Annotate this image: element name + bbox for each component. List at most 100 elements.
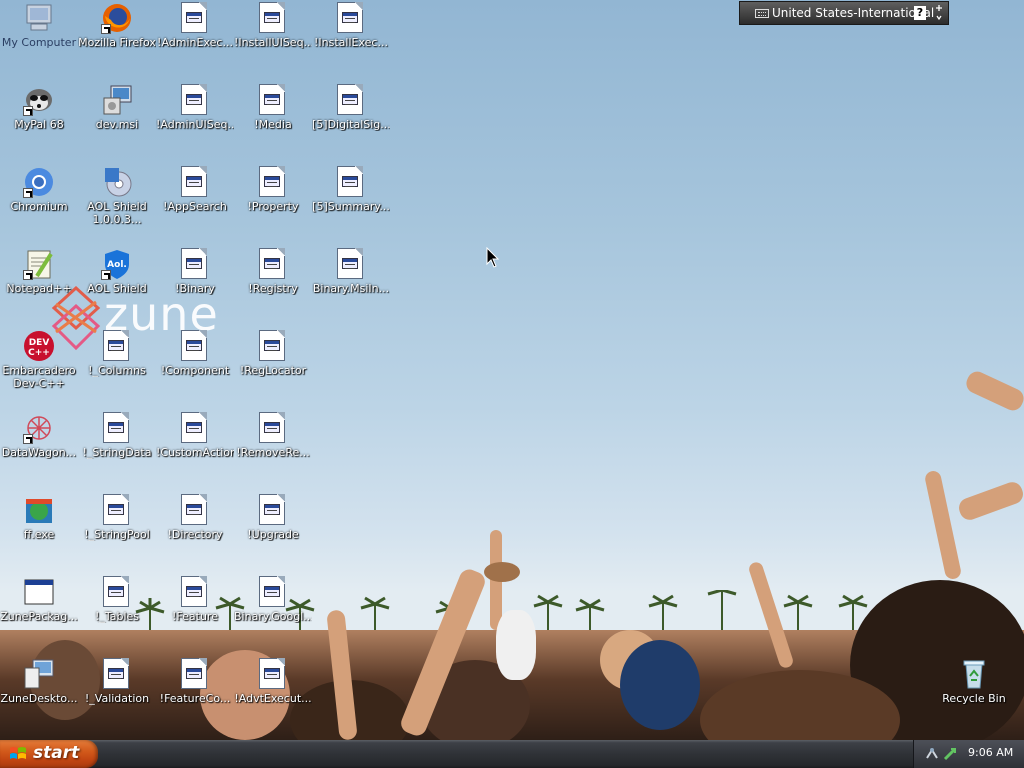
- svg-text:C++: C++: [28, 348, 50, 358]
- table-document-icon: [257, 2, 289, 34]
- icon-label: !AdvtExecut...: [234, 692, 312, 705]
- desktop-icon-summary[interactable]: [5]Summary...: [312, 164, 390, 244]
- mouse-cursor-icon: [486, 247, 500, 268]
- table-document-icon: [257, 84, 289, 116]
- desktop-icon-feature[interactable]: !Feature: [156, 574, 234, 654]
- desktop-icon-aol-shield[interactable]: Aol. AOL Shield: [78, 246, 156, 326]
- desktop-icon-recycle-bin[interactable]: Recycle Bin: [935, 656, 1013, 736]
- start-button[interactable]: start: [0, 740, 98, 768]
- taskbar-clock[interactable]: 9:06 AM: [968, 746, 1013, 759]
- icon-label: DataWagon...: [1, 446, 77, 459]
- desktop-icon-zune-desktop[interactable]: ZuneDeskto...: [0, 656, 78, 736]
- desktop-icon-directory[interactable]: !Directory: [156, 492, 234, 572]
- shortcut-arrow-icon: [23, 106, 33, 116]
- icon-label: [5]DigitalSig...: [312, 118, 390, 131]
- icon-label: !_StringData: [82, 446, 152, 459]
- desktop-icon-property[interactable]: !Property: [234, 164, 312, 244]
- desktop-icon-mozilla-firefox[interactable]: Mozilla Firefox: [78, 0, 156, 80]
- windows-flag-icon: [10, 747, 26, 759]
- desktop-icon-dev-msi[interactable]: dev.msi: [78, 82, 156, 162]
- icon-label: Chromium: [10, 200, 68, 213]
- desktop-icon-app-search[interactable]: !AppSearch: [156, 164, 234, 244]
- desktop-icon-binary-google[interactable]: Binary.Googl...: [234, 574, 312, 654]
- desktop-icon-zune-package[interactable]: ZunePackag...: [0, 574, 78, 654]
- input-language-label[interactable]: United States-International: [772, 6, 934, 20]
- table-document-icon: [179, 494, 211, 526]
- icon-label: !_Tables: [94, 610, 140, 623]
- desktop-icon-install-exec[interactable]: !InstallExec...: [312, 0, 390, 80]
- tray-network-icon[interactable]: [924, 746, 940, 762]
- icon-label: !Registry: [248, 282, 298, 295]
- table-document-icon: [257, 248, 289, 280]
- table-document-icon: [335, 248, 367, 280]
- icon-label: MyPal 68: [14, 118, 64, 131]
- msi-installer-icon: [103, 85, 132, 115]
- icon-label: !_StringPool: [84, 528, 150, 541]
- desktop-icon-install-ui-seq[interactable]: !InstallUISeq...: [234, 0, 312, 80]
- desktop-icon-datawagon[interactable]: DataWagon...: [0, 410, 78, 490]
- desktop-icon-mypal[interactable]: MyPal 68: [0, 82, 78, 162]
- icon-label: !Component: [160, 364, 230, 377]
- desktop-icon-upgrade[interactable]: !Upgrade: [234, 492, 312, 572]
- desktop-icon-my-computer[interactable]: My Computer: [0, 0, 78, 80]
- desktop-icon-remove-re[interactable]: !RemoveRe...: [234, 410, 312, 490]
- desktop-icon-advt-execute[interactable]: !AdvtExecut...: [234, 656, 312, 736]
- desktop-icon-media[interactable]: !Media: [234, 82, 312, 162]
- shortcut-arrow-icon: [23, 270, 33, 280]
- table-document-icon: [257, 576, 289, 608]
- table-document-icon: [179, 412, 211, 444]
- table-document-icon: [101, 412, 133, 444]
- zune-desktop-icon: [24, 659, 54, 689]
- desktop-icon-string-pool[interactable]: !_StringPool: [78, 492, 156, 572]
- desktop-icon-feature-co[interactable]: !FeatureCo...: [156, 656, 234, 736]
- desktop-icon-registry[interactable]: !Registry: [234, 246, 312, 326]
- shortcut-arrow-icon: [23, 434, 33, 444]
- language-bar[interactable]: United States-International ?: [739, 1, 949, 25]
- desktop-icon-ff-exe[interactable]: ff.exe: [0, 492, 78, 572]
- desktop-icon-embarcadero[interactable]: DEV C++ Embarcadero Dev-C++: [0, 328, 78, 408]
- table-document-icon: [335, 166, 367, 198]
- shortcut-arrow-icon: [101, 270, 111, 280]
- icon-label: ZunePackag...: [0, 610, 78, 623]
- desktop-icon-binary-msi[interactable]: Binary.MsiIn...: [312, 246, 390, 326]
- desktop-icon-tables[interactable]: !_Tables: [78, 574, 156, 654]
- desktop-icon-string-data[interactable]: !_StringData: [78, 410, 156, 490]
- table-document-icon: [179, 2, 211, 34]
- desktop-icon-notepadpp[interactable]: Notepad++: [0, 246, 78, 326]
- table-document-icon: [257, 330, 289, 362]
- icon-label: ZuneDeskto...: [0, 692, 78, 705]
- desktop-icon-validation[interactable]: !_Validation: [78, 656, 156, 736]
- desktop-icon-aol-shield-installer[interactable]: AOL Shield 1.0.0.3...: [78, 164, 156, 244]
- table-document-icon: [101, 330, 133, 362]
- language-bar-options-icon[interactable]: [934, 5, 944, 21]
- aol-installer-icon: [105, 168, 132, 197]
- tray-safely-remove-icon[interactable]: [942, 746, 958, 762]
- icon-label: !Feature: [172, 610, 218, 623]
- icon-label: dev.msi: [95, 118, 139, 131]
- taskbar: start 9:06 AM: [0, 740, 1024, 768]
- shortcut-arrow-icon: [23, 188, 33, 198]
- desktop-icon-component[interactable]: !Component: [156, 328, 234, 408]
- table-document-icon: [179, 248, 211, 280]
- table-document-icon: [257, 412, 289, 444]
- desktop-icon-admin-exec[interactable]: !AdminExec...: [156, 0, 234, 80]
- desktop-icon-columns[interactable]: !_Columns: [78, 328, 156, 408]
- desktop-icon-chromium[interactable]: Chromium: [0, 164, 78, 244]
- desktop-icon-admin-ui-seq[interactable]: !AdminUISeq...: [156, 82, 234, 162]
- table-document-icon: [101, 658, 133, 690]
- system-tray: 9:06 AM: [913, 740, 1024, 768]
- icon-label: My Computer: [1, 36, 77, 49]
- desktop-icon-binary[interactable]: !Binary: [156, 246, 234, 326]
- icon-label: !_Validation: [84, 692, 150, 705]
- icon-label: !CustomAction: [156, 446, 234, 459]
- icon-label: Binary.MsiIn...: [312, 282, 390, 295]
- icon-label: Recycle Bin: [942, 692, 1006, 705]
- table-document-icon: [179, 330, 211, 362]
- desktop-icon-custom-action[interactable]: !CustomAction: [156, 410, 234, 490]
- desktop-icon-reg-locator[interactable]: !RegLocator: [234, 328, 312, 408]
- icon-label: !Directory: [167, 528, 223, 541]
- person-decoration: [496, 610, 536, 680]
- help-icon[interactable]: ?: [914, 6, 926, 20]
- desktop-icon-digital-sig[interactable]: [5]DigitalSig...: [312, 82, 390, 162]
- devcpp-icon: DEVC++: [24, 331, 54, 361]
